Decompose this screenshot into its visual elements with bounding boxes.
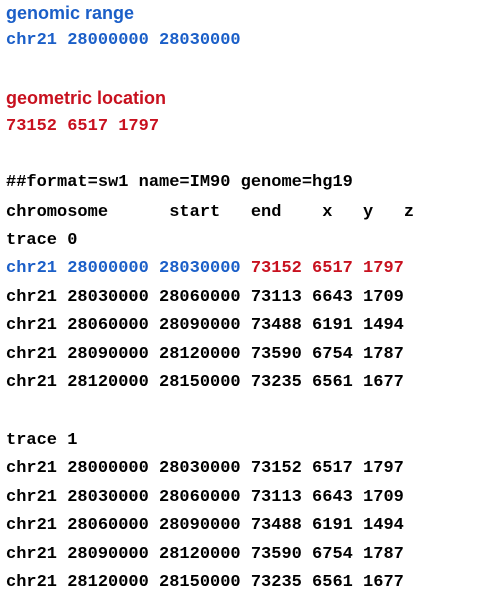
highlight-geometric-location: 73152 6517 1797 (250, 259, 404, 278)
table-row: chr21 28090000 28120000 73590 6754 1787 (6, 545, 404, 564)
table-row: chr21 28030000 28060000 73113 6643 1709 (6, 488, 404, 507)
table-row: chr21 28030000 28060000 73113 6643 1709 (6, 288, 404, 307)
table-row: chr21 28060000 28090000 73488 6191 1494 (6, 316, 404, 335)
table-row: chr21 28090000 28120000 73590 6754 1787 (6, 345, 404, 364)
highlight-genomic-range: chr21 28000000 28030000 (6, 259, 241, 278)
trace-0-label: trace 0 (6, 231, 78, 250)
trace-0-highlight-row: chr21 28000000 28030000 73152 6517 1797 (6, 258, 404, 280)
geometric-location-heading: geometric location (6, 88, 167, 108)
geometric-location-value: 73152 6517 1797 (6, 117, 160, 136)
table-row: chr21 28060000 28090000 73488 6191 1494 (6, 516, 404, 535)
table-row: chr21 28120000 28150000 73235 6561 1677 (6, 373, 404, 392)
table-row: chr21 28120000 28150000 73235 6561 1677 (6, 573, 404, 592)
format-line: ##format=sw1 name=IM90 genome=hg19 (6, 173, 353, 192)
table-row: chr21 28000000 28030000 73152 6517 1797 (6, 459, 404, 478)
trace-1-label: trace 1 (6, 431, 78, 450)
genomic-range-heading: genomic range (6, 3, 135, 23)
column-header-line: chromosome start end x y z (6, 203, 415, 222)
genomic-range-value: chr21 28000000 28030000 (6, 31, 241, 50)
